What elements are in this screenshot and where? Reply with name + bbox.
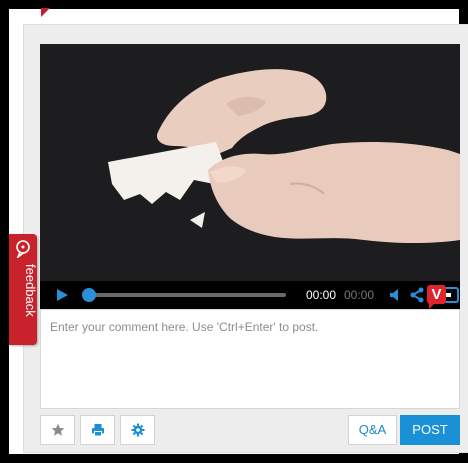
star-icon <box>51 423 64 436</box>
printer-icon <box>91 424 104 437</box>
print-button[interactable] <box>80 415 115 445</box>
feedback-tab[interactable]: feedback <box>9 234 38 345</box>
share-icon[interactable] <box>410 287 424 308</box>
duration-time: 00:00 <box>344 288 375 302</box>
qa-button[interactable]: Q&A <box>348 415 397 445</box>
settings-button[interactable] <box>120 415 155 445</box>
vlogo-icon[interactable]: V <box>427 285 446 309</box>
feedback-label: feedback <box>23 264 38 317</box>
video-frame-image <box>40 44 460 281</box>
progress-track[interactable] <box>88 293 286 297</box>
player-controls: 00:00 00:00 <box>40 281 460 309</box>
post-button[interactable]: POST <box>400 415 460 445</box>
volume-icon[interactable] <box>389 288 403 307</box>
progress-handle[interactable] <box>82 288 96 302</box>
favorite-button[interactable] <box>40 415 75 445</box>
gear-icon <box>131 423 144 437</box>
speech-bubble-icon <box>15 240 31 263</box>
video-player[interactable] <box>40 44 460 281</box>
current-time: 00:00 <box>306 288 337 302</box>
corner-ribbon <box>41 8 50 17</box>
comment-box[interactable] <box>40 309 460 409</box>
play-icon[interactable] <box>55 288 69 307</box>
comment-input[interactable] <box>50 320 450 398</box>
